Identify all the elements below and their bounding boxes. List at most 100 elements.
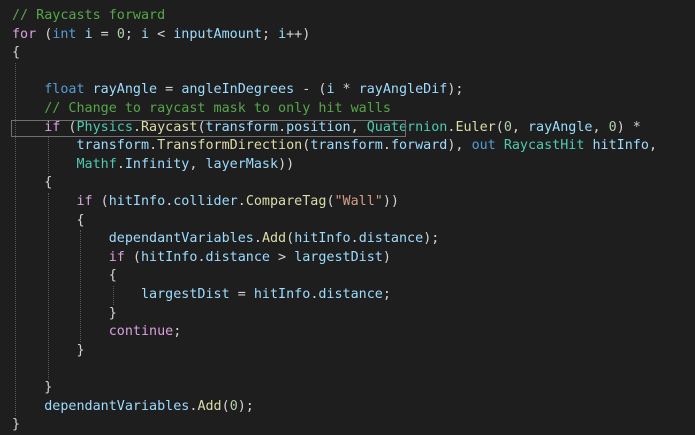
code-token: ) * [616,119,641,135]
code-token: continue [108,324,174,340]
code-token: ) [382,249,391,265]
code-token: // Change to raycast mask to only hit wa… [44,101,391,116]
code-token: Add [261,231,287,247]
code-line[interactable]: // Raycasts forward [0,7,695,26]
code-line[interactable]: { [0,212,695,231]
code-token: if [76,194,93,209]
code-token: hitInfo [108,194,166,209]
code-line[interactable]: for (int i = 0; i < inputAmount; i++) [0,26,695,45]
code-line[interactable]: largestDist = hitInfo.distance; [0,286,695,305]
code-token: hitInfo [294,231,351,247]
code-token: dependantVariables [44,398,190,414]
code-token: )) [382,194,399,209]
code-line[interactable]: if (Physics.Raycast(transform.position, … [0,119,695,138]
code-token: angleInDegrees [181,82,295,98]
code-token: i [278,26,287,42]
code-token: TransformDirection [157,138,303,154]
code-token: = [157,82,182,98]
code-token: CompareTag [245,194,327,209]
code-token: , [592,119,609,135]
code-line[interactable]: // Change to raycast mask to only hit wa… [0,100,695,119]
code-token: largestDist [141,287,230,302]
code-line[interactable]: { [0,267,695,286]
code-token: ( [92,194,109,209]
code-token: largestDist [294,249,383,265]
code-line[interactable]: continue; [0,323,695,342]
code-token: inputAmount [173,26,262,42]
code-line[interactable]: dependantVariables.Add(0); [0,398,695,417]
code-token: Raycast [141,119,198,135]
code-token: . [382,138,391,154]
code-token: - ( [294,82,327,98]
code-token: 0 [608,119,617,135]
code-token: if [108,249,125,265]
code-line[interactable]: } [0,379,695,398]
code-token: RaycastHit [503,138,585,154]
code-token: // Raycasts forward [12,8,166,23]
code-token: ), [447,138,472,154]
code-token: . [149,138,158,154]
code-token: , [511,119,528,135]
code-line[interactable]: { [0,174,695,193]
code-token: ); [423,231,440,247]
code-line[interactable]: dependantVariables.Add(hitInfo.distance)… [0,230,695,249]
code-token: { [12,175,53,191]
code-token: position [286,119,351,135]
code-token: ( [36,26,53,42]
code-token: ); [237,398,254,414]
code-line[interactable] [0,63,695,82]
code-token: Euler [455,119,496,135]
code-token: Mathf [76,156,117,172]
code-line[interactable]: float rayAngle = angleInDegrees - (i * r… [0,81,695,100]
code-token: , [350,119,367,135]
code-editor[interactable]: // Raycasts forward for (int i = 0; i < i… [0,0,695,432]
code-token: distance [205,249,271,265]
code-line[interactable]: transform.TransformDirection(transform.f… [0,137,695,156]
code-token: transform [310,138,383,154]
code-token: < [149,26,174,42]
code-line[interactable]: } [0,342,695,361]
code-token: = [92,26,117,42]
code-token: } [12,417,21,433]
code-token: { [12,45,21,61]
code-line[interactable] [0,360,695,379]
code-token: { [12,268,117,284]
code-token: hitInfo [253,287,311,302]
code-line[interactable]: if (hitInfo.distance > largestDist) [0,249,695,268]
code-line[interactable]: Mathf.Infinity, layerMask)) [0,156,695,175]
code-token: ( [197,119,206,135]
code-token: . [253,231,262,247]
code-token: ++) [286,26,311,42]
code-token: , [648,138,657,154]
code-line[interactable]: { [0,44,695,63]
code-token: ); [447,82,464,98]
code-token: . [278,119,287,135]
code-token: ; [124,26,141,42]
code-token: ; [173,324,182,340]
code-token: 0 [116,26,125,42]
code-token: rayAngleDif [358,82,448,98]
code-token: for [12,26,37,42]
code-line[interactable]: } [0,416,695,435]
code-token: ; [382,287,391,302]
code-token: transform [76,138,150,154]
code-token: ; [261,26,279,42]
code-token: "Wall" [334,194,383,209]
code-token: transform [205,119,279,135]
code-token: . [237,194,246,209]
code-token: i [326,82,335,98]
code-token: i [84,26,93,42]
code-token: = [229,287,254,302]
code-line[interactable]: } [0,305,695,324]
code-token: rayAngle [92,82,158,98]
code-token: { [12,212,85,228]
code-line[interactable]: if (hitInfo.collider.CompareTag("Wall")) [0,193,695,212]
